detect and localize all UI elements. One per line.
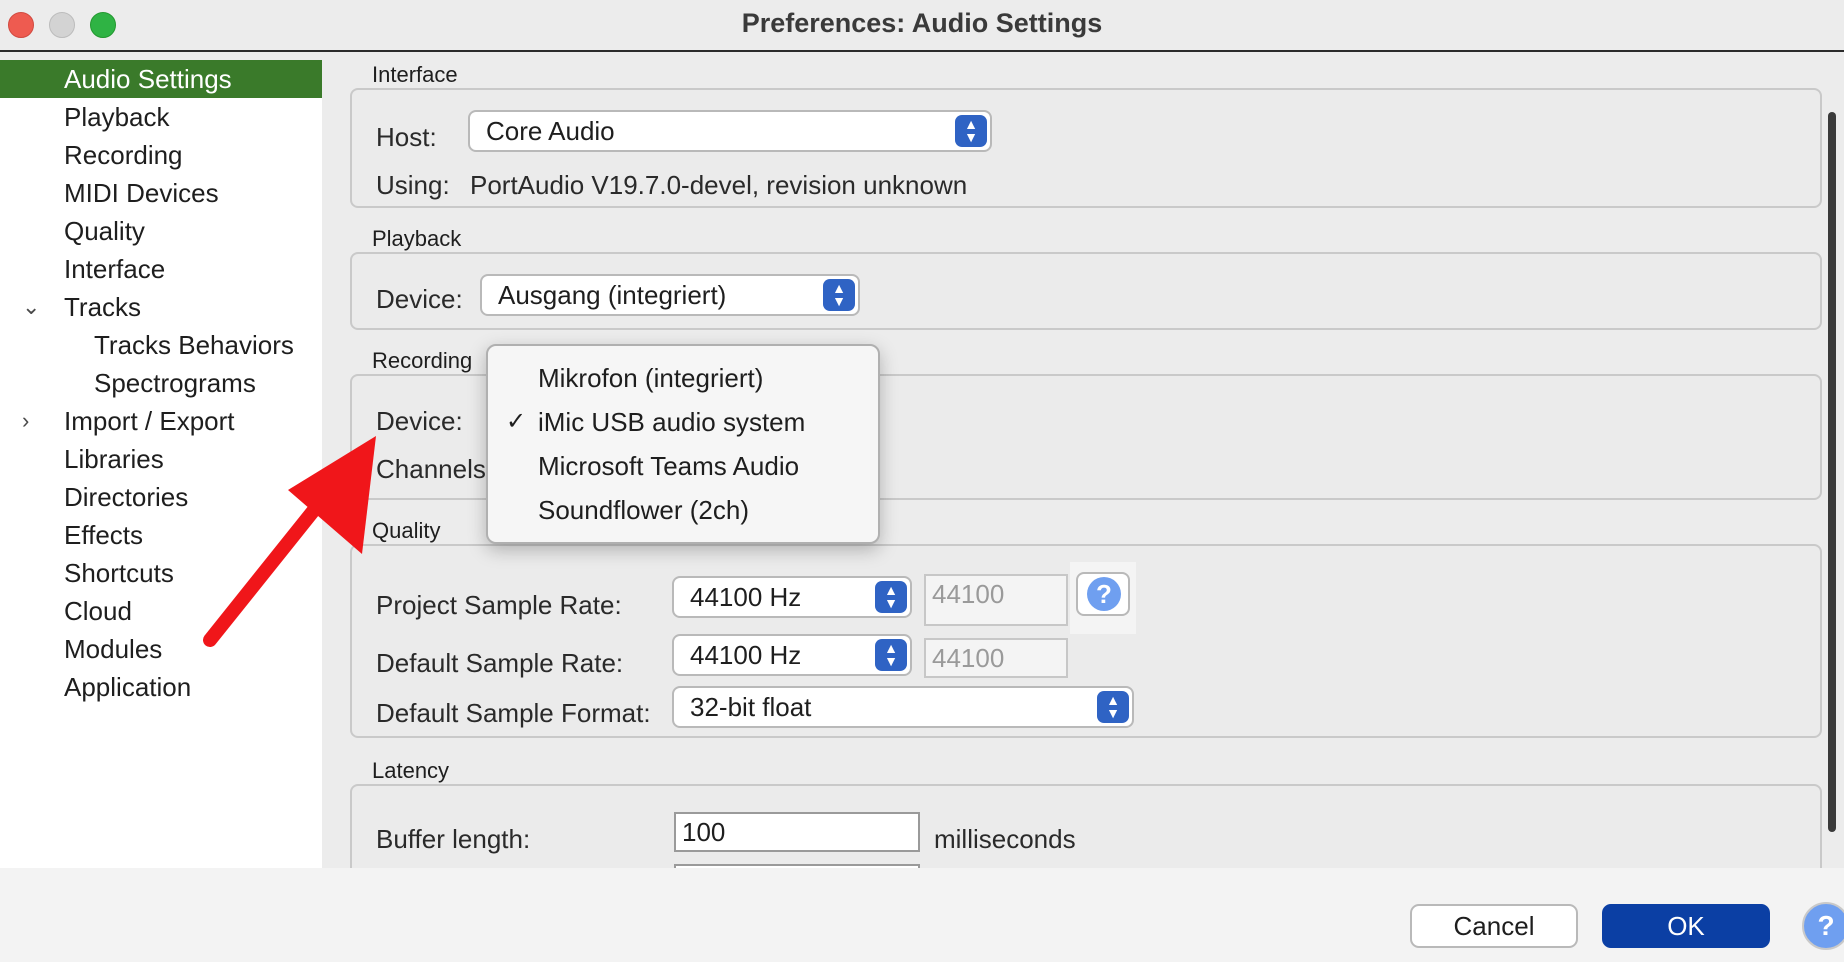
sidebar-item-playback[interactable]: Playback — [0, 98, 322, 136]
latency-group: Buffer length: 100 milliseconds — [350, 784, 1822, 868]
default-sample-rate-input[interactable]: 44100 — [924, 638, 1068, 678]
help-area: ? — [1070, 562, 1136, 634]
recording-device-menu: Mikrofon (integriert) ✓ iMic USB audio s… — [486, 344, 880, 544]
sidebar-item-recording[interactable]: Recording — [0, 136, 322, 174]
menu-item-soundflower[interactable]: Soundflower (2ch) — [488, 488, 878, 532]
project-sample-rate-input[interactable]: 44100 — [924, 574, 1068, 626]
playback-device-select[interactable]: Ausgang (integriert) ▲ ▼ — [480, 274, 860, 316]
chevron-updown-icon: ▲▼ — [1097, 691, 1129, 723]
window-title: Preferences: Audio Settings — [741, 8, 1103, 38]
host-select[interactable]: Core Audio ▲ ▼ — [468, 110, 992, 152]
project-sample-rate-select[interactable]: 44100 Hz ▲ ▼ — [672, 576, 912, 618]
quality-group: Project Sample Rate: 44100 Hz ▲ ▼ 44100 ?… — [350, 544, 1822, 738]
sidebar-item-midi-devices[interactable]: MIDI Devices — [0, 174, 322, 212]
help-icon: ? — [1087, 577, 1121, 611]
default-sample-rate-label: Default Sample Rate: — [376, 648, 624, 678]
playback-device-label: Device: — [376, 284, 463, 314]
menu-item-microsoft-teams[interactable]: Microsoft Teams Audio — [488, 444, 878, 488]
vertical-scrollbar[interactable] — [1828, 112, 1836, 832]
sidebar-item-spectrograms[interactable]: Spectrograms — [0, 364, 322, 402]
ok-button[interactable]: OK — [1602, 904, 1770, 948]
checkmark-icon: ✓ — [506, 408, 527, 435]
recording-section-title: Recording — [372, 348, 473, 373]
default-sample-format-label: Default Sample Format: — [376, 698, 651, 728]
interface-group: Host: Core Audio ▲ ▼ Using: PortAudio V19… — [350, 88, 1822, 208]
latency-section-title: Latency — [372, 758, 450, 783]
chevron-updown-icon: ▲▼ — [823, 279, 855, 311]
sidebar-item-audio-settings[interactable]: Audio Settings — [0, 60, 322, 98]
interface-section-title: Interface — [372, 62, 458, 87]
menu-item-imic-usb[interactable]: ✓ iMic USB audio system — [488, 400, 878, 444]
default-sample-format-select[interactable]: 32-bit float ▲ ▼ — [672, 686, 1134, 728]
buffer-unit-label: milliseconds — [934, 824, 1076, 854]
cancel-button[interactable]: Cancel — [1410, 904, 1578, 948]
sidebar-item-interface[interactable]: Interface — [0, 250, 322, 288]
sidebar-item-tracks-behaviors[interactable]: Tracks Behaviors — [0, 326, 322, 364]
playback-group: Device: Ausgang (integriert) ▲ ▼ — [350, 252, 1822, 330]
sidebar-item-application[interactable]: Application — [0, 668, 322, 706]
chevron-down-icon[interactable]: ⌄ — [22, 288, 40, 326]
help-button[interactable]: ? — [1802, 902, 1844, 950]
annotation-arrow-icon — [203, 436, 376, 647]
quality-help-button[interactable]: ? — [1076, 572, 1130, 616]
chevron-updown-icon: ▲▼ — [875, 639, 907, 671]
sidebar-item-quality[interactable]: Quality — [0, 212, 322, 250]
using-value: PortAudio V19.7.0-devel, revision unknow… — [470, 170, 968, 200]
title-bar: Preferences: Audio Settings — [0, 0, 1844, 52]
host-label: Host: — [376, 122, 437, 152]
default-sample-rate-select[interactable]: 44100 Hz ▲ ▼ — [672, 634, 912, 676]
sidebar-item-tracks[interactable]: ⌄ Tracks — [0, 288, 322, 326]
playback-section-title: Playback — [372, 226, 462, 251]
using-label: Using: — [376, 170, 450, 200]
project-sample-rate-label: Project Sample Rate: — [376, 590, 622, 620]
chevron-updown-icon: ▲▼ — [875, 581, 907, 613]
channels-label: Channels — [376, 454, 486, 484]
dialog-footer: Cancel OK ? — [0, 868, 1844, 962]
buffer-length-label: Buffer length: — [376, 824, 531, 854]
help-icon: ? — [1817, 910, 1835, 941]
buffer-length-input[interactable]: 100 — [674, 812, 920, 852]
chevron-right-icon[interactable]: › — [22, 402, 29, 440]
chevron-updown-icon: ▲▼ — [955, 115, 987, 147]
menu-item-mikrofon[interactable]: Mikrofon (integriert) — [488, 356, 878, 400]
